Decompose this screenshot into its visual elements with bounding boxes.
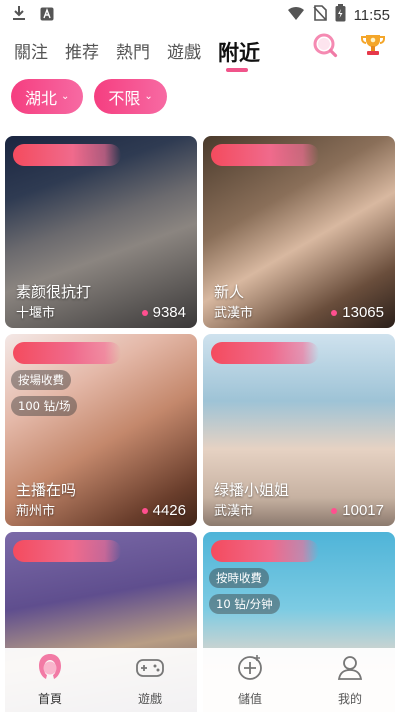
range-filter[interactable]: 不限 ⌄ bbox=[94, 79, 167, 114]
a-notification-icon bbox=[40, 6, 54, 25]
streamer-card[interactable]: 按場收費 100 钻/场 主播在吗 荊州市 4426 bbox=[5, 334, 197, 526]
card-city: 荊州市 bbox=[16, 504, 56, 519]
home-face-icon bbox=[35, 652, 65, 686]
ribbon-badge bbox=[211, 342, 319, 364]
no-sim-icon bbox=[312, 5, 327, 25]
pricing-tag: 按時收費 bbox=[209, 568, 269, 588]
viewer-count: 4426 bbox=[141, 502, 186, 519]
card-title: 新人 bbox=[214, 283, 245, 301]
tab-following[interactable]: 關注 bbox=[14, 40, 48, 66]
card-title: 素颜很抗打 bbox=[16, 283, 92, 301]
viewer-count-value: 4426 bbox=[152, 502, 186, 519]
ribbon-badge bbox=[211, 144, 319, 166]
viewer-count: 9384 bbox=[141, 304, 186, 321]
wifi-icon bbox=[287, 5, 305, 25]
range-filter-label: 不限 bbox=[108, 88, 141, 108]
filter-chips: 湖北 ⌄ 不限 ⌄ bbox=[11, 79, 167, 114]
gamepad-icon bbox=[135, 652, 165, 686]
search-icon[interactable] bbox=[312, 32, 338, 62]
tab-popular[interactable]: 熱門 bbox=[116, 40, 150, 66]
nav-topup-label: 儲值 bbox=[237, 692, 262, 706]
nav-profile[interactable]: 我的 bbox=[300, 648, 400, 712]
viewer-count-value: 13065 bbox=[342, 304, 384, 321]
top-tabs: 關注 推荐 熱門 遊戲 附近 bbox=[14, 30, 260, 72]
nav-home[interactable]: 首頁 bbox=[0, 648, 100, 712]
top-actions bbox=[312, 32, 386, 62]
viewer-count-value: 10017 bbox=[342, 502, 384, 519]
card-city: 武漢市 bbox=[214, 306, 254, 321]
tab-nearby[interactable]: 附近 bbox=[218, 40, 260, 72]
dot-icon bbox=[141, 507, 148, 514]
chevron-down-icon: ⌄ bbox=[144, 91, 153, 102]
nav-games[interactable]: 遊戲 bbox=[100, 648, 200, 712]
province-filter-label: 湖北 bbox=[25, 88, 58, 108]
dot-icon bbox=[141, 309, 148, 316]
ribbon-badge bbox=[13, 342, 121, 364]
ribbon-badge bbox=[211, 540, 319, 562]
pricing-tag: 按場收費 bbox=[11, 370, 71, 390]
tab-recommended[interactable]: 推荐 bbox=[65, 40, 99, 66]
status-time: 11:55 bbox=[353, 6, 390, 24]
chevron-down-icon: ⌄ bbox=[61, 91, 70, 102]
bottom-nav: 首頁 遊戲 儲值 我的 bbox=[0, 648, 400, 712]
price-tag: 100 钻/场 bbox=[11, 396, 78, 416]
province-filter[interactable]: 湖北 ⌄ bbox=[11, 79, 84, 114]
dot-icon bbox=[331, 507, 338, 514]
status-bar: 11:55 bbox=[0, 0, 400, 28]
download-icon bbox=[12, 5, 26, 25]
tab-games[interactable]: 遊戲 bbox=[167, 40, 201, 66]
nav-games-label: 遊戲 bbox=[137, 692, 162, 706]
topup-icon bbox=[235, 652, 265, 686]
card-title: 绿播小姐姐 bbox=[214, 481, 290, 499]
nav-profile-label: 我的 bbox=[337, 692, 362, 706]
card-city: 武漢市 bbox=[214, 504, 254, 519]
ribbon-badge bbox=[13, 144, 121, 166]
viewer-count: 13065 bbox=[331, 304, 384, 321]
price-tag: 10 钻/分钟 bbox=[209, 594, 280, 614]
nav-topup[interactable]: 儲值 bbox=[200, 648, 300, 712]
dot-icon bbox=[331, 309, 338, 316]
streamer-card[interactable]: 绿播小姐姐 武漢市 10017 bbox=[203, 334, 395, 526]
viewer-count-value: 9384 bbox=[152, 304, 186, 321]
viewer-count: 10017 bbox=[331, 502, 384, 519]
trophy-icon[interactable] bbox=[360, 32, 386, 62]
nav-home-label: 首頁 bbox=[37, 692, 62, 706]
profile-icon bbox=[335, 652, 365, 686]
card-city: 十堰市 bbox=[16, 306, 56, 321]
streamer-card[interactable]: 素颜很抗打 十堰市 9384 bbox=[5, 136, 197, 328]
card-title: 主播在吗 bbox=[16, 481, 77, 499]
battery-charging-icon bbox=[335, 4, 346, 26]
streamer-card[interactable]: 新人 武漢市 13065 bbox=[203, 136, 395, 328]
ribbon-badge bbox=[13, 540, 121, 562]
